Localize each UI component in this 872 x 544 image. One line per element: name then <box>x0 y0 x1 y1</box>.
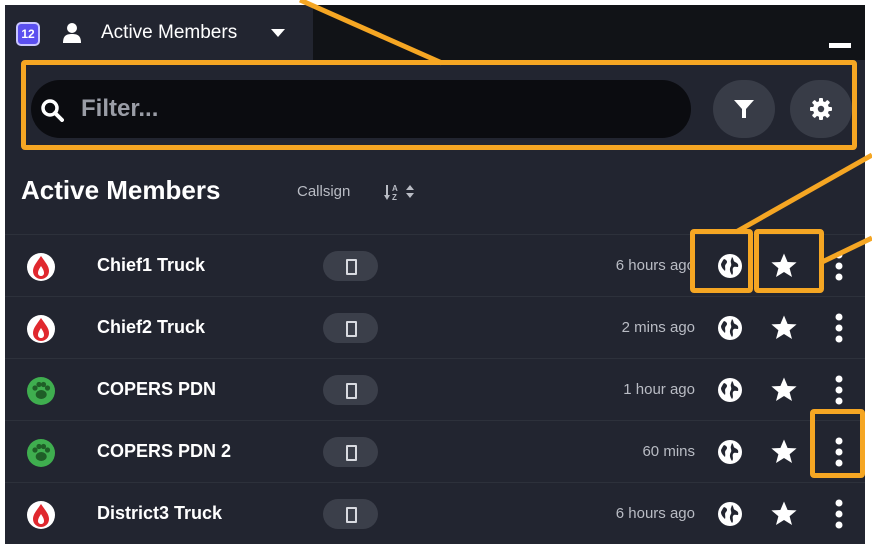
tab-bar: 12 Active Members <box>5 5 865 60</box>
sort-label[interactable]: Callsign <box>297 183 350 200</box>
device-status <box>323 313 378 343</box>
star-icon[interactable] <box>770 376 798 404</box>
fire-drop-icon <box>33 318 49 341</box>
member-count-badge: 12 <box>16 22 40 46</box>
member-avatar <box>27 315 55 343</box>
member-row[interactable]: District3 Truck 6 hours ago <box>5 482 865 544</box>
device-icon <box>346 321 357 337</box>
star-callout <box>754 229 824 293</box>
device-icon <box>346 507 357 523</box>
device-icon <box>346 259 357 275</box>
star-icon[interactable] <box>770 500 798 528</box>
device-icon <box>346 445 357 461</box>
user-icon <box>63 23 81 43</box>
star-icon[interactable] <box>770 438 798 466</box>
last-seen-time: 60 mins <box>642 443 695 460</box>
search-bar-callout <box>21 60 857 150</box>
fire-drop-icon <box>33 256 49 279</box>
more-vertical-icon[interactable] <box>832 499 846 529</box>
member-name[interactable]: Chief1 Truck <box>97 255 205 276</box>
paw-icon <box>32 443 51 461</box>
fire-drop-icon <box>33 504 49 527</box>
last-seen-time: 6 hours ago <box>615 505 695 522</box>
screenshot-stage: 12 Active Members Filter... Active Membe… <box>0 0 872 544</box>
svg-text:Z: Z <box>392 193 397 201</box>
minimize-icon[interactable] <box>829 43 851 48</box>
member-row[interactable]: COPERS PDN 1 hour ago <box>5 358 865 421</box>
member-name[interactable]: COPERS PDN 2 <box>97 441 231 462</box>
tab-title: Active Members <box>101 22 238 43</box>
globe-icon[interactable] <box>717 315 743 341</box>
tab-active-members[interactable]: 12 Active Members <box>5 5 313 60</box>
caret-down-icon[interactable] <box>271 29 285 38</box>
member-row[interactable]: COPERS PDN 2 60 mins <box>5 420 865 483</box>
star-icon[interactable] <box>770 314 798 342</box>
device-status <box>323 499 378 529</box>
svg-text:A: A <box>392 184 398 193</box>
last-seen-time: 6 hours ago <box>615 257 695 274</box>
globe-icon[interactable] <box>717 377 743 403</box>
globe-icon[interactable] <box>717 439 743 465</box>
more-vertical-icon[interactable] <box>832 251 846 281</box>
member-name[interactable]: District3 Truck <box>97 503 222 524</box>
more-vertical-icon[interactable] <box>832 375 846 405</box>
member-avatar <box>27 377 55 405</box>
section-title: Active Members <box>21 175 221 205</box>
member-avatar <box>27 253 55 281</box>
device-status <box>323 437 378 467</box>
paw-icon <box>32 381 51 399</box>
device-status <box>323 251 378 281</box>
globe-icon[interactable] <box>717 501 743 527</box>
sort-alpha-icon[interactable]: A Z <box>384 183 424 201</box>
globe-callout <box>690 229 753 293</box>
last-seen-time: 1 hour ago <box>623 381 695 398</box>
device-icon <box>346 383 357 399</box>
menu-callout <box>810 409 865 478</box>
member-row[interactable]: Chief2 Truck 2 mins ago <box>5 296 865 359</box>
member-avatar <box>27 439 55 467</box>
member-name[interactable]: COPERS PDN <box>97 379 216 400</box>
more-vertical-icon[interactable] <box>832 313 846 343</box>
member-name[interactable]: Chief2 Truck <box>97 317 205 338</box>
member-avatar <box>27 501 55 529</box>
last-seen-time: 2 mins ago <box>621 319 695 336</box>
device-status <box>323 375 378 405</box>
